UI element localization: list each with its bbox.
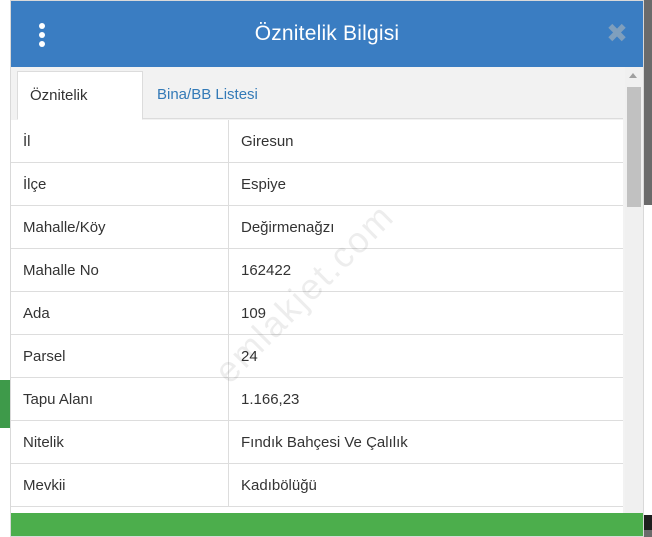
- attribute-info-modal: Öznitelik Bilgisi ✖ Öznitelik Bilgisi Bi…: [10, 0, 644, 537]
- vertical-scrollbar[interactable]: [625, 67, 643, 513]
- tab-bar: Öznitelik Bilgisi Bina/BB Listesi: [17, 71, 623, 152]
- row-value: Fındık Bahçesi Ve Çalılık: [241, 434, 408, 451]
- row-key: Mevkii: [11, 464, 229, 506]
- row-key: Ada: [11, 292, 229, 334]
- row-value: Kadıbölüğü: [241, 477, 317, 494]
- kebab-menu-icon[interactable]: [37, 23, 47, 47]
- row-key: Mahalle/Köy: [11, 206, 229, 248]
- modal-header: Öznitelik Bilgisi ✖: [11, 1, 643, 67]
- tab-building-list[interactable]: Bina/BB Listesi: [145, 71, 270, 120]
- table-row: Tapu Alanı 1.166,23: [11, 378, 623, 421]
- row-key: İl: [11, 120, 229, 162]
- modal-title: Öznitelik Bilgisi: [254, 22, 400, 45]
- table-row: Nitelik Fındık Bahçesi Ve Çalılık: [11, 421, 623, 464]
- row-key: Parsel: [11, 335, 229, 377]
- table-row: İl Giresun: [11, 120, 623, 163]
- table-row: İlçe Espiye: [11, 163, 623, 206]
- modal-body: Öznitelik Bilgisi Bina/BB Listesi İl Gir…: [11, 67, 643, 513]
- row-key: Nitelik: [11, 421, 229, 463]
- row-value: Espiye: [241, 176, 287, 193]
- tab-attribute-info[interactable]: Öznitelik Bilgisi: [17, 71, 143, 152]
- row-key: Tapu Alanı: [11, 378, 229, 420]
- table-row: Mahalle No 162422: [11, 249, 623, 292]
- row-value: 1.166,23: [241, 391, 300, 408]
- footer-action-button[interactable]: [11, 513, 643, 536]
- table-row: Mevkii Kadıbölüğü: [11, 464, 623, 507]
- row-key: İlçe: [11, 163, 229, 205]
- close-icon[interactable]: ✖: [605, 20, 629, 46]
- row-value: 109: [241, 305, 267, 322]
- attribute-table: İl Giresun İlçe Espiye Mahalle/Köy Değir…: [11, 120, 623, 513]
- row-value: 24: [241, 348, 258, 365]
- scroll-up-arrow-icon[interactable]: [629, 73, 637, 78]
- row-key: Mahalle No: [11, 249, 229, 291]
- table-row: Ada 109: [11, 292, 623, 335]
- row-value: 162422: [241, 262, 292, 279]
- table-row: Mahalle/Köy Değirmenağzı: [11, 206, 623, 249]
- table-row: Parsel 24: [11, 335, 623, 378]
- row-value: Değirmenağzı: [241, 219, 335, 236]
- scrollbar-thumb[interactable]: [627, 87, 641, 207]
- row-value: Giresun: [241, 133, 294, 150]
